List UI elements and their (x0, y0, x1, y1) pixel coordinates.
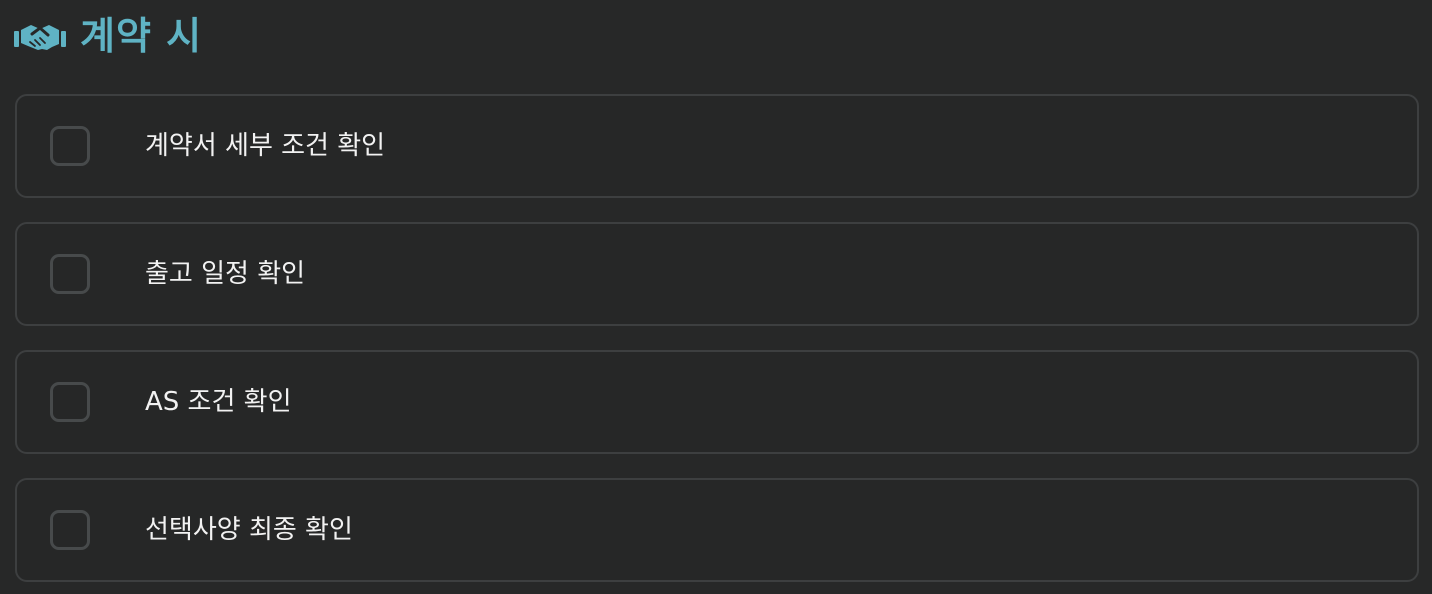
checklist-item-delivery-schedule[interactable]: 출고 일정 확인 (15, 222, 1419, 326)
checklist-item-label: 계약서 세부 조건 확인 (145, 131, 386, 161)
checklist-item-as-terms[interactable]: AS 조건 확인 (15, 350, 1419, 454)
checklist-item-label: 선택사양 최종 확인 (145, 515, 353, 545)
section-header: 계약 시 (14, 10, 202, 62)
checklist-item-options-final[interactable]: 선택사양 최종 확인 (15, 478, 1419, 582)
checkbox[interactable] (50, 510, 90, 550)
checklist-item-contract-terms[interactable]: 계약서 세부 조건 확인 (15, 94, 1419, 198)
checklist: 계약서 세부 조건 확인 출고 일정 확인 AS 조건 확인 선택사양 최종 확… (15, 94, 1419, 582)
checkbox[interactable] (50, 382, 90, 422)
checkbox[interactable] (50, 126, 90, 166)
checklist-item-label: AS 조건 확인 (145, 387, 292, 417)
checklist-item-label: 출고 일정 확인 (145, 259, 306, 289)
checkbox[interactable] (50, 254, 90, 294)
section-title: 계약 시 (80, 14, 203, 58)
handshake-icon (14, 25, 66, 50)
checklist-page: 계약 시 계약서 세부 조건 확인 출고 일정 확인 AS 조건 확인 선택사양… (0, 0, 1432, 594)
